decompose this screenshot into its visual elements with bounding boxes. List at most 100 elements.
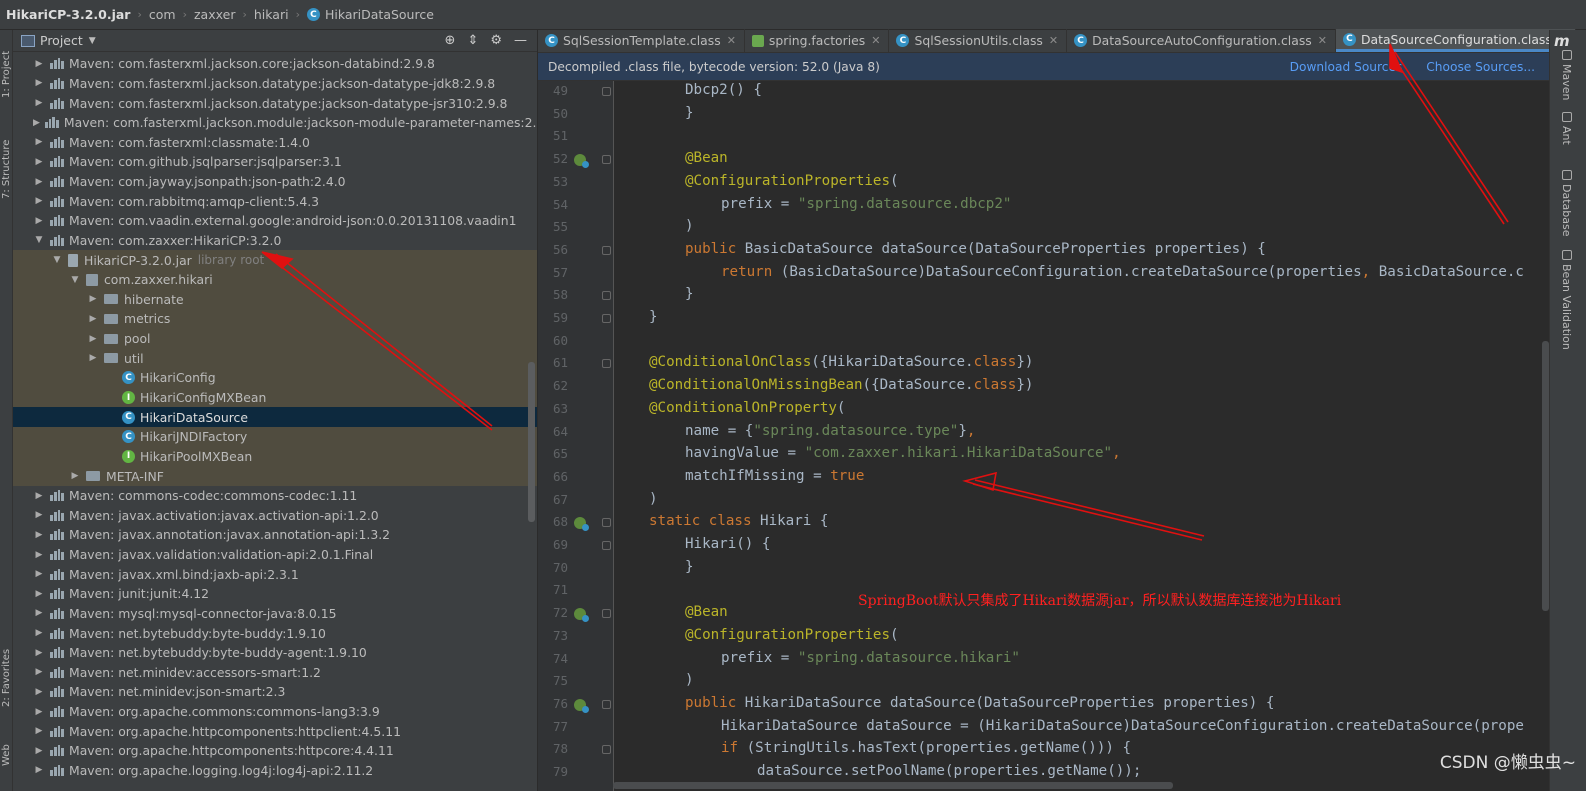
minimize-icon[interactable]: —	[514, 33, 527, 48]
collapsed-arrow-icon[interactable]: ▶	[33, 157, 45, 167]
fold-marker-icon[interactable]	[602, 87, 611, 96]
tree-node[interactable]: ▶ Maven: com.fasterxml:classmate:1.4.0	[13, 133, 537, 153]
tree-node[interactable]: ▶ Maven: com.github.jsqlparser:jsqlparser…	[13, 152, 537, 172]
tree-node[interactable]: ▶ Maven: com.fasterxml.jackson.core:jacks…	[13, 54, 537, 74]
collapsed-arrow-icon[interactable]: ▶	[33, 59, 45, 69]
tree-node[interactable]: ▶ Maven: javax.validation:validation-api:…	[13, 545, 537, 565]
breadcrumb-item[interactable]: HikariCP-3.2.0.jar	[6, 7, 130, 22]
editor-gutter[interactable]: 49 50 51 52 53 54 55 56 57 58 59 60 61 62 63 64 65 66 67 68…	[538, 81, 614, 791]
collapsed-arrow-icon[interactable]: ▶	[33, 569, 45, 579]
choose-sources-link[interactable]: Choose Sources...	[1426, 60, 1535, 74]
bean-gutter-icon[interactable]	[574, 517, 589, 532]
tree-node[interactable]: ▶ Maven: mysql:mysql-connector-java:8.0.1…	[13, 604, 537, 624]
collapsed-arrow-icon[interactable]: ▶	[69, 471, 81, 481]
tree-node[interactable]: ▼ com.zaxxer.hikari	[13, 269, 537, 290]
favorites-tool-tab[interactable]: 2: Favorites	[0, 630, 13, 725]
tree-node[interactable]: ▶ Maven: net.minidev:json-smart:2.3	[13, 682, 537, 702]
ant-tool-tab[interactable]: Ant	[1560, 112, 1573, 145]
close-icon[interactable]: ✕	[1318, 34, 1327, 47]
tree-node[interactable]: ▶ Maven: junit:junit:4.12	[13, 584, 537, 604]
collapse-all-icon[interactable]: ⇕	[467, 33, 478, 48]
bean-validation-tool-tab[interactable]: Bean Validation	[1560, 250, 1573, 350]
breadcrumb-item[interactable]: hikari	[254, 7, 289, 22]
fold-marker-icon[interactable]	[602, 699, 611, 709]
fold-marker-icon[interactable]	[602, 314, 611, 323]
tree-node[interactable]: I HikariPoolMXBean	[13, 446, 537, 467]
download-sources-link[interactable]: Download Sources	[1290, 60, 1403, 74]
gear-icon[interactable]: ⚙	[490, 33, 502, 48]
tree-node[interactable]: ▶ metrics	[13, 309, 537, 329]
editor-tab[interactable]: C SqlSessionUtils.class ✕	[889, 29, 1068, 52]
bean-gutter-icon[interactable]	[574, 608, 589, 623]
collapsed-arrow-icon[interactable]: ▶	[33, 687, 45, 697]
fold-marker-icon[interactable]	[602, 609, 611, 619]
structure-tool-tab[interactable]: 7: Structure	[0, 122, 13, 217]
tree-node[interactable]: ▶ Maven: javax.xml.bind:jaxb-api:2.3.1	[13, 564, 537, 584]
tree-node[interactable]: ▼ HikariCP-3.2.0.jar library root	[13, 250, 537, 270]
code-editor[interactable]: 49 50 51 52 53 54 55 56 57 58 59 60 61 62 63 64 65 66 67 68…	[538, 81, 1549, 791]
collapsed-arrow-icon[interactable]: ▶	[87, 294, 99, 304]
tree-node[interactable]: ▶ Maven: com.jayway.jsonpath:json-path:2.…	[13, 172, 537, 192]
web-tool-tab[interactable]: Web	[0, 730, 13, 780]
collapsed-arrow-icon[interactable]: ▶	[33, 216, 45, 226]
tree-node[interactable]: ▶ Maven: commons-codec:commons-codec:1.11	[13, 486, 537, 506]
chevron-down-icon[interactable]: ▼	[89, 36, 96, 46]
editor-tab[interactable]: CDataSourceConfiguration.class✕	[1335, 29, 1577, 52]
collapsed-arrow-icon[interactable]: ▶	[87, 334, 99, 344]
editor-tab[interactable]: spring.factories ✕	[745, 29, 890, 52]
tree-node[interactable]: ▶ Maven: com.fasterxml.jackson.datatype:j…	[13, 74, 537, 94]
collapsed-arrow-icon[interactable]: ▶	[33, 491, 45, 501]
collapsed-arrow-icon[interactable]: ▶	[33, 196, 45, 206]
tree-node[interactable]: ▼ Maven: com.zaxxer:HikariCP:3.2.0	[13, 231, 537, 251]
breadcrumb-item[interactable]: C HikariDataSource	[306, 7, 434, 22]
tree-node[interactable]: ▶ Maven: org.apache.httpcomponents:httpco…	[13, 741, 537, 761]
bean-gutter-icon[interactable]	[574, 154, 589, 169]
fold-marker-icon[interactable]	[602, 541, 611, 550]
close-icon[interactable]: ✕	[871, 34, 880, 47]
tree-node[interactable]: ▶ Maven: com.vaadin.external.google:andro…	[13, 211, 537, 231]
collapsed-arrow-icon[interactable]: ▶	[33, 510, 45, 520]
collapsed-arrow-icon[interactable]: ▶	[33, 78, 45, 88]
expanded-arrow-icon[interactable]: ▼	[51, 255, 63, 265]
horizontal-scrollbar[interactable]	[613, 782, 1173, 789]
project-view-selector[interactable]: Project	[40, 33, 83, 48]
collapsed-arrow-icon[interactable]: ▶	[33, 98, 45, 108]
collapsed-arrow-icon[interactable]: ▶	[33, 608, 45, 618]
collapsed-arrow-icon[interactable]: ▶	[33, 589, 45, 599]
collapsed-arrow-icon[interactable]: ▶	[33, 118, 40, 128]
fold-marker-icon[interactable]	[602, 518, 611, 528]
project-scrollbar[interactable]	[528, 362, 535, 522]
project-tool-tab[interactable]: 1: Project	[0, 34, 13, 114]
tree-node[interactable]: ▶ Maven: com.fasterxml.jackson.module:jac…	[13, 113, 537, 133]
collapsed-arrow-icon[interactable]: ▶	[87, 353, 99, 363]
tree-node[interactable]: ▶ Maven: net.minidev:accessors-smart:1.2	[13, 663, 537, 683]
editor-tab[interactable]: C DataSourceAutoConfiguration.class ✕	[1067, 29, 1336, 52]
close-icon[interactable]: ✕	[727, 34, 736, 47]
tree-node[interactable]: ▶ Maven: com.rabbitmq:amqp-client:5.4.3	[13, 191, 537, 211]
collapsed-arrow-icon[interactable]: ▶	[33, 530, 45, 540]
collapsed-arrow-icon[interactable]: ▶	[33, 746, 45, 756]
vertical-scrollbar[interactable]	[1542, 341, 1549, 611]
fold-marker-icon[interactable]	[602, 291, 611, 301]
tree-node[interactable]: ▶ Maven: net.bytebuddy:byte-buddy-agent:1…	[13, 643, 537, 663]
maven-tool-tab[interactable]: Maven	[1560, 50, 1573, 100]
tree-node[interactable]: ▶ pool	[13, 328, 537, 349]
tree-node[interactable]: ▶ META-INF	[13, 466, 537, 486]
close-icon[interactable]: ✕	[1049, 34, 1058, 47]
tree-node[interactable]: ▶ Maven: org.apache.logging.log4j:log4j-a…	[13, 761, 537, 781]
tree-node[interactable]: I HikariConfigMXBean	[13, 387, 537, 408]
expanded-arrow-icon[interactable]: ▼	[69, 275, 81, 285]
tree-node[interactable]: ▶ Maven: com.fasterxml.jackson.datatype:j…	[13, 93, 537, 113]
tree-node[interactable]: ▶ Maven: org.apache.httpcomponents:httpcl…	[13, 721, 537, 741]
collapsed-arrow-icon[interactable]: ▶	[33, 550, 45, 560]
tree-node[interactable]: C HikariConfig	[13, 368, 537, 388]
collapsed-arrow-icon[interactable]: ▶	[87, 314, 99, 324]
collapsed-arrow-icon[interactable]: ▶	[33, 137, 45, 147]
database-tool-tab[interactable]: Database	[1560, 170, 1573, 237]
collapsed-arrow-icon[interactable]: ▶	[33, 707, 45, 717]
tree-node[interactable]: ▶ hibernate	[13, 289, 537, 310]
fold-marker-icon[interactable]	[602, 745, 611, 755]
tree-node[interactable]: ▶ Maven: net.bytebuddy:byte-buddy:1.9.10	[13, 623, 537, 643]
expanded-arrow-icon[interactable]: ▼	[33, 235, 45, 245]
collapsed-arrow-icon[interactable]: ▶	[33, 726, 45, 736]
